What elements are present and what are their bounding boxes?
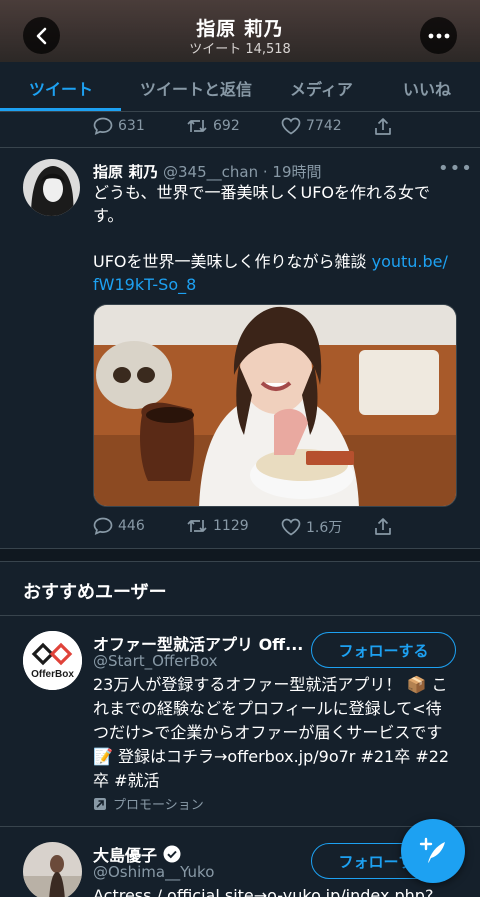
more-dots-icon	[428, 33, 449, 38]
tweet-text-line: UFOを世界一美味しく作りながら雑談	[93, 252, 372, 271]
tweet-author-name[interactable]: 指原 莉乃	[93, 163, 158, 181]
offerbox-logo-text: OfferBox	[31, 669, 74, 680]
promotion-label: プロモーション	[93, 794, 204, 813]
reply-icon	[93, 117, 113, 135]
retweet-count: 1129	[213, 518, 249, 534]
tab-media[interactable]: メディア	[290, 76, 353, 100]
tweet-actions: 446 1129 1.6万	[93, 517, 463, 539]
retweet-button[interactable]: 1129	[186, 517, 249, 535]
oshima-avatar[interactable]	[23, 842, 82, 897]
bio-line: つだけ>で企業からオファーが届くサービスです	[93, 723, 443, 742]
reply-count: 446	[118, 518, 145, 534]
compose-feather-icon	[419, 837, 445, 863]
share-icon	[375, 118, 391, 135]
retweet-button[interactable]: 692	[186, 117, 240, 135]
retweet-count: 692	[213, 118, 240, 134]
share-icon	[375, 518, 391, 535]
like-button[interactable]: 1.6万	[281, 517, 342, 537]
tweet-header: 指原 莉乃 @345__chan · 19時間	[93, 161, 322, 182]
retweet-icon	[187, 120, 207, 132]
share-button[interactable]	[374, 517, 392, 536]
recommend-user-handle: @Start_OfferBox	[93, 652, 218, 670]
bio-line: 23万人が登録するオファー型就活アプリ！ 📦 こ	[93, 675, 448, 694]
tweet-link[interactable]: youtu.be/	[372, 252, 448, 271]
offerbox-avatar[interactable]: OfferBox	[23, 631, 82, 690]
tweet-media-image[interactable]	[93, 304, 457, 507]
compose-tweet-button[interactable]	[401, 819, 465, 883]
bio-line: 卒 #就活	[93, 771, 160, 790]
heart-icon	[281, 518, 301, 536]
section-gap	[0, 549, 480, 561]
active-tab-indicator	[0, 108, 121, 111]
verified-badge-icon	[163, 845, 181, 863]
bio-line: れまでの経験などをプロフィールに登録して<待	[93, 699, 442, 718]
divider	[0, 826, 480, 827]
tab-tweets-replies[interactable]: ツイートと返信	[140, 76, 252, 100]
recommend-title: おすすめユーザー	[23, 582, 167, 603]
tweet-text-line: どうも、世界で一番美味しくUFOを作れる女で	[93, 183, 431, 202]
profile-header: 指原 莉乃 ツイート 14,518	[0, 0, 480, 62]
tweet-more-button[interactable]: •••	[438, 158, 473, 179]
prev-tweet-actions: 631 692 7742	[93, 117, 463, 139]
divider	[0, 561, 480, 562]
recommend-user-handle: @Oshima__Yuko	[93, 863, 215, 881]
divider	[0, 615, 480, 616]
reply-icon	[93, 517, 113, 535]
reply-button[interactable]: 446	[93, 517, 145, 535]
reply-button[interactable]: 631	[93, 117, 145, 135]
tweet-handle-time: @345__chan · 19時間	[163, 163, 322, 181]
share-button[interactable]	[374, 117, 392, 136]
tweet-link-cont[interactable]: fW19kT-So_8	[93, 273, 463, 296]
heart-icon	[281, 117, 301, 135]
tweet-author-avatar[interactable]	[23, 159, 80, 216]
bio-line: 📝 登録はコチラ→offerbox.jp/9o7r #21卒 #22	[93, 747, 450, 766]
recommend-user-bio: 23万人が登録するオファー型就活アプリ！ 📦 こ れまでの経験などをプロフィール…	[93, 673, 463, 793]
retweet-icon	[187, 520, 207, 532]
profile-name: 指原 莉乃	[196, 18, 284, 40]
reply-count: 631	[118, 118, 145, 134]
tweet-text-line: す。	[93, 206, 124, 225]
divider	[0, 147, 480, 148]
promoted-icon	[94, 797, 106, 810]
like-button[interactable]: 7742	[281, 117, 342, 135]
like-count: 7742	[306, 118, 342, 134]
recommend-user-bio: Actress / official site→o-yuko.jp/index.…	[93, 886, 434, 897]
more-options-button[interactable]	[420, 17, 457, 54]
like-count: 1.6万	[306, 520, 343, 536]
tweet-count: ツイート 14,518	[189, 42, 291, 57]
profile-tabs: ツイート ツイートと返信 メディア いいね	[0, 62, 480, 112]
promotion-text: プロモーション	[113, 798, 204, 813]
tab-tweets[interactable]: ツイート	[29, 76, 93, 100]
tweet-text: どうも、世界で一番美味しくUFOを作れる女で す。 UFOを世界一美味しく作りな…	[93, 181, 463, 296]
follow-button[interactable]: フォローする	[311, 632, 456, 668]
tab-likes[interactable]: いいね	[403, 76, 451, 100]
